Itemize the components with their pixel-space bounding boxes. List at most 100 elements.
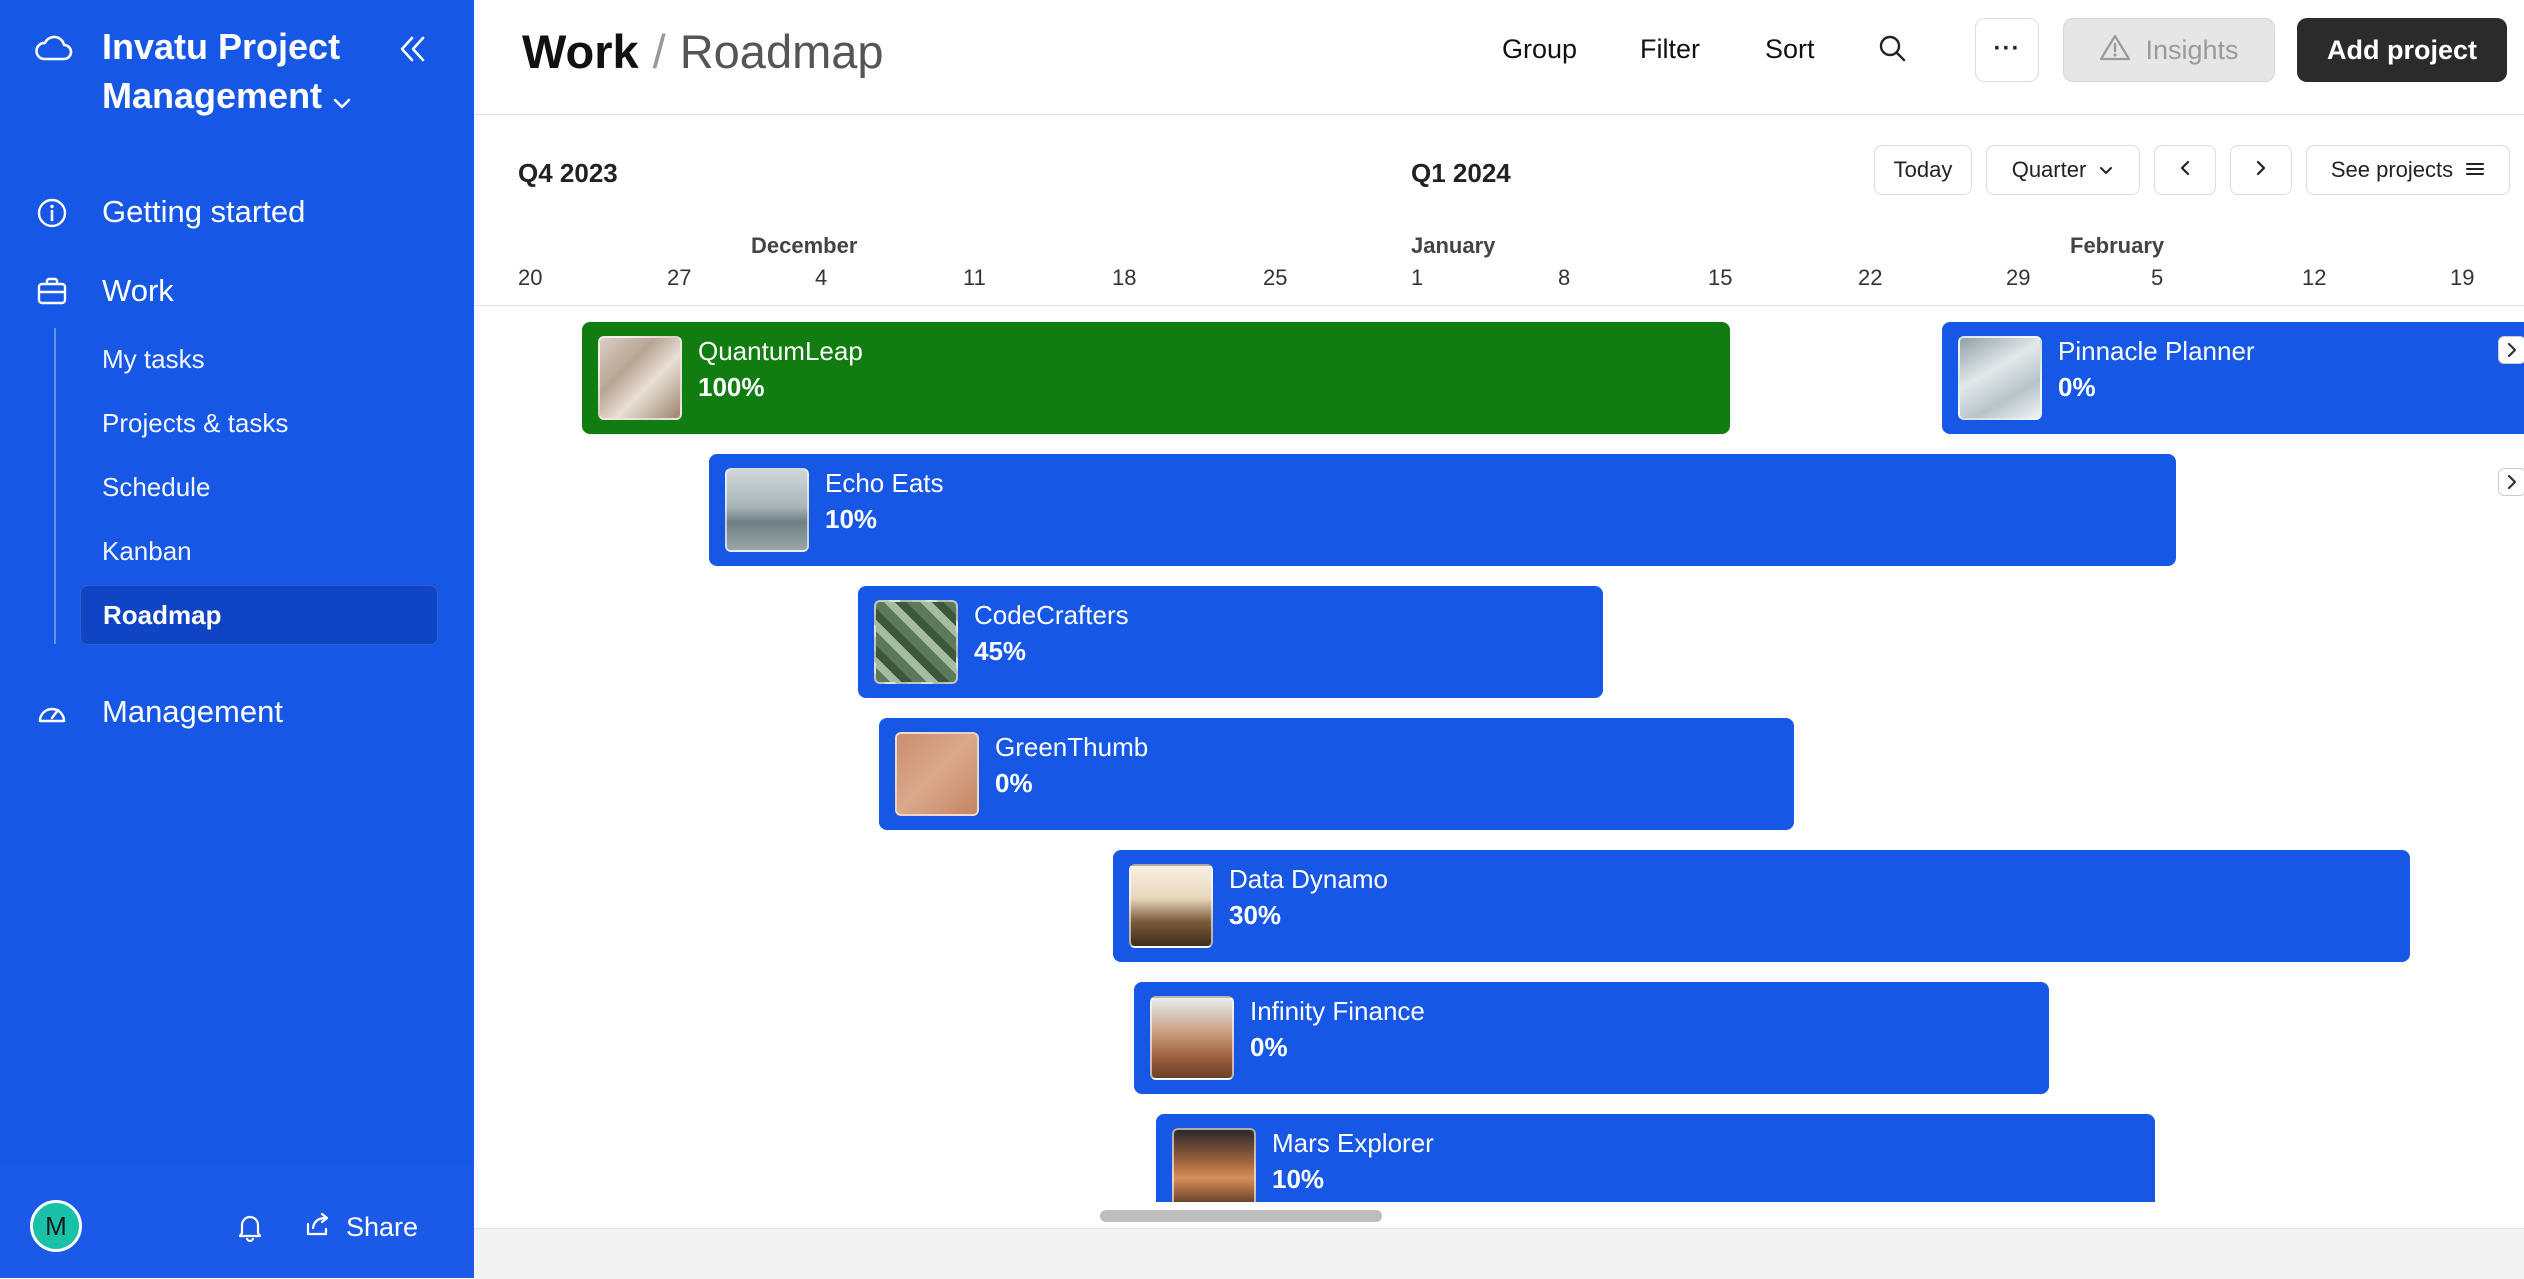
- time-scale-select[interactable]: Quarter: [1986, 145, 2140, 195]
- project-progress: 10%: [1272, 1164, 1325, 1194]
- chevron-right-icon: [2255, 157, 2267, 183]
- month-label: January: [1411, 233, 1496, 258]
- page-title: Roadmap: [679, 25, 884, 78]
- project-thumbnail: [1150, 996, 1234, 1080]
- project-progress: 45%: [974, 636, 1027, 666]
- project-thumbnail: [895, 732, 979, 816]
- project-thumbnail: [874, 600, 958, 684]
- day-label: 19: [2450, 265, 2475, 290]
- day-label: 27: [667, 265, 692, 290]
- collapse-sidebar-icon[interactable]: [396, 34, 428, 69]
- month-label: February: [2070, 233, 2165, 258]
- day-label: 20: [518, 265, 543, 290]
- sidebar-item-kanban[interactable]: Kanban: [80, 522, 436, 580]
- briefcase-icon: [36, 276, 68, 311]
- quarter-label: Q4 2023: [518, 158, 618, 188]
- day-label: 1: [1411, 265, 1424, 290]
- day-label: 22: [1858, 265, 1883, 290]
- share-label: Share: [346, 1212, 419, 1242]
- project-progress: 0%: [995, 768, 1033, 798]
- project-thumbnail: [598, 336, 682, 420]
- day-label: 25: [1263, 265, 1288, 290]
- workspace-switcher[interactable]: Invatu Project Management: [102, 22, 402, 123]
- see-projects-label: See projects: [2330, 157, 2454, 182]
- project-progress: 0%: [1250, 1032, 1288, 1062]
- project-name: Pinnacle Planner: [2058, 336, 2255, 366]
- add-project-button[interactable]: Add project: [2297, 18, 2507, 82]
- project-bar-quantumleap[interactable]: QuantumLeap 100%: [582, 322, 1730, 434]
- project-name: QuantumLeap: [698, 336, 863, 366]
- roadmap-canvas: QuantumLeap 100% Pinnacle Planner 0% Ech…: [474, 306, 2524, 1202]
- share-icon: [304, 1212, 332, 1243]
- sidebar-item-schedule[interactable]: Schedule: [80, 458, 436, 516]
- project-bar-mars-explorer[interactable]: Mars Explorer 10%: [1156, 1114, 2155, 1202]
- see-projects-button[interactable]: See projects: [2306, 145, 2510, 195]
- day-label: 29: [2006, 265, 2031, 290]
- info-icon: [36, 197, 68, 234]
- search-icon[interactable]: [1876, 32, 1908, 69]
- project-bar-data-dynamo[interactable]: Data Dynamo 30%: [1113, 850, 2410, 962]
- breadcrumb-root[interactable]: Work: [522, 25, 639, 78]
- group-button[interactable]: Group: [1502, 34, 1577, 65]
- project-name: CodeCrafters: [974, 600, 1129, 630]
- filter-button[interactable]: Filter: [1640, 34, 1700, 65]
- sidebar-item-projects-tasks[interactable]: Projects & tasks: [80, 394, 436, 452]
- sidebar-item-label: Roadmap: [103, 600, 222, 630]
- sidebar-item-roadmap[interactable]: Roadmap: [80, 585, 438, 645]
- project-progress: 10%: [825, 504, 878, 534]
- nav-work-label: Work: [102, 273, 174, 308]
- project-name: Infinity Finance: [1250, 996, 1425, 1026]
- subnav-divider: [54, 328, 56, 644]
- share-button[interactable]: Share: [304, 1212, 418, 1243]
- project-bar-greenthumb[interactable]: GreenThumb 0%: [879, 718, 1794, 830]
- chevron-down-icon: [2098, 157, 2114, 183]
- project-bar-codecrafters[interactable]: CodeCrafters 45%: [858, 586, 1603, 698]
- project-bar-echo-eats[interactable]: Echo Eats 10%: [709, 454, 2176, 566]
- list-icon: [2465, 157, 2485, 183]
- chevron-right-icon[interactable]: [2498, 468, 2524, 496]
- chevron-right-icon[interactable]: [2498, 336, 2524, 364]
- cloud-icon: [34, 32, 74, 69]
- sidebar-item-my-tasks[interactable]: My tasks: [80, 330, 436, 388]
- project-name: Echo Eats: [825, 468, 944, 498]
- day-label: 11: [963, 265, 986, 290]
- horizontal-scrollbar[interactable]: [1100, 1210, 1382, 1222]
- sidebar-item-label: Schedule: [102, 472, 211, 502]
- project-thumbnail: [1958, 336, 2042, 420]
- avatar[interactable]: M: [30, 1200, 82, 1252]
- breadcrumb-separator: /: [652, 25, 666, 78]
- next-period-button[interactable]: [2230, 145, 2292, 195]
- day-label: 18: [1112, 265, 1137, 290]
- sidebar-item-label: Projects & tasks: [102, 408, 289, 438]
- project-progress: 30%: [1229, 900, 1282, 930]
- day-label: 4: [815, 265, 828, 290]
- more-options-button[interactable]: ···: [1975, 18, 2039, 82]
- chevron-down-icon: [332, 74, 352, 123]
- project-bar-infinity-finance[interactable]: Infinity Finance 0%: [1134, 982, 2049, 1094]
- bell-icon[interactable]: [236, 1212, 264, 1247]
- month-label: December: [751, 233, 858, 258]
- page-header: Work / Roadmap Group Filter Sort ··· Insig…: [474, 0, 2524, 115]
- project-thumbnail: [725, 468, 809, 552]
- sort-button[interactable]: Sort: [1765, 34, 1815, 65]
- project-thumbnail: [1172, 1128, 1256, 1202]
- breadcrumb: Work / Roadmap: [522, 24, 884, 79]
- sidebar-item-label: Kanban: [102, 536, 192, 566]
- warning-icon: [2099, 33, 2131, 68]
- project-progress: 100%: [698, 372, 765, 402]
- sidebar: Invatu Project Management Getting starte…: [0, 0, 474, 1278]
- day-label: 15: [1708, 265, 1733, 290]
- previous-period-button[interactable]: [2154, 145, 2216, 195]
- project-thumbnail: [1129, 864, 1213, 948]
- day-label: 8: [1558, 265, 1571, 290]
- sidebar-item-label: My tasks: [102, 344, 205, 374]
- quarter-label: Q1 2024: [1411, 158, 1511, 188]
- nav-management-label: Management: [102, 694, 283, 729]
- workspace-name-line2: Management: [102, 75, 323, 116]
- insights-button[interactable]: Insights: [2063, 18, 2275, 82]
- day-label: 12: [2302, 265, 2327, 290]
- today-button[interactable]: Today: [1874, 145, 1972, 195]
- chevron-left-icon: [2179, 157, 2191, 183]
- sidebar-footer: M Share: [0, 1164, 474, 1278]
- project-bar-pinnacle-planner[interactable]: Pinnacle Planner 0%: [1942, 322, 2524, 434]
